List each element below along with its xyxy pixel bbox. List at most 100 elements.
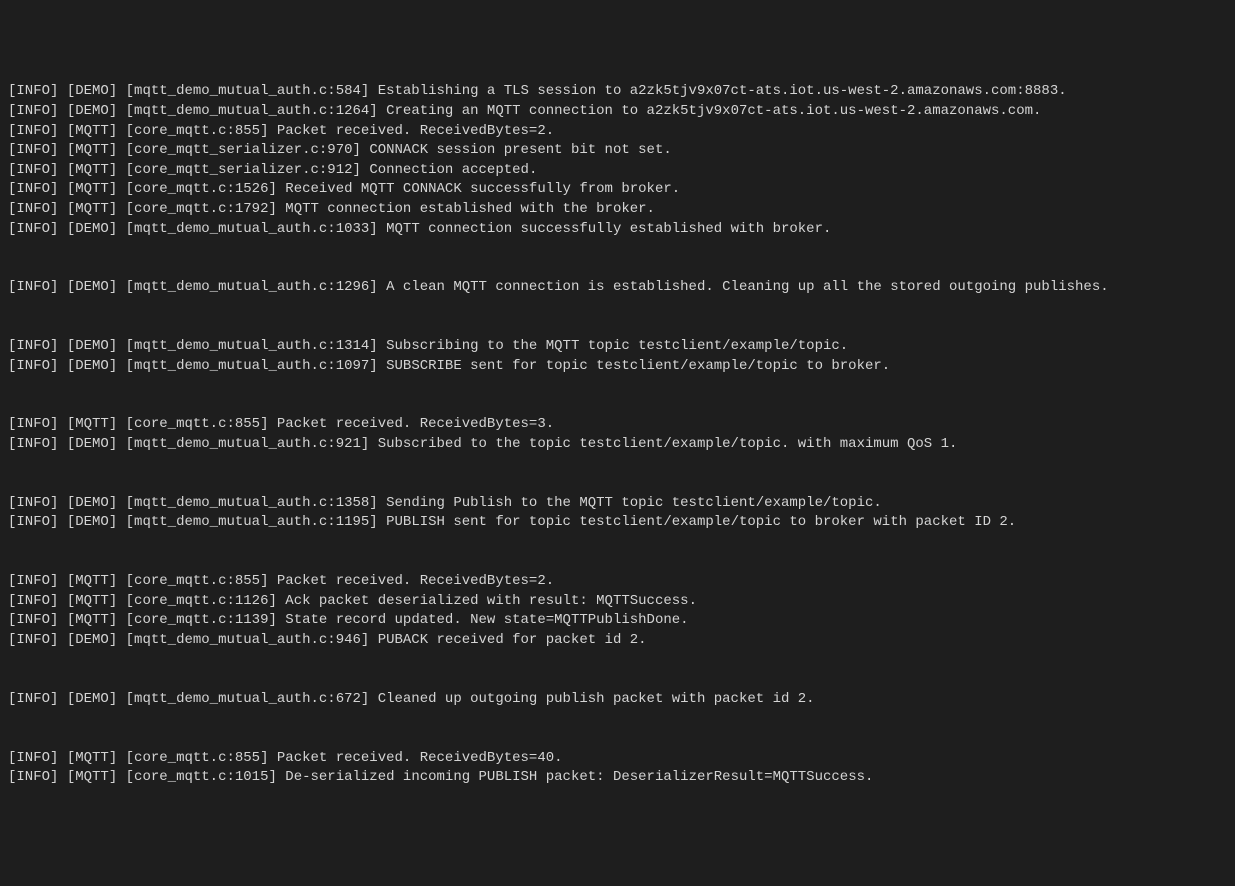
log-location: [mqtt_demo_mutual_auth.c:1296]	[126, 279, 378, 295]
log-location: [core_mqtt.c:1015]	[126, 769, 277, 785]
log-location: [mqtt_demo_mutual_auth.c:1033]	[126, 221, 378, 237]
log-line: [INFO] [DEMO] [mqtt_demo_mutual_auth.c:1…	[8, 278, 1227, 298]
log-message: Packet received. ReceivedBytes=2.	[277, 573, 554, 589]
log-level: [INFO]	[8, 201, 58, 217]
log-line: [INFO] [DEMO] [mqtt_demo_mutual_auth.c:1…	[8, 220, 1227, 240]
log-tag: [DEMO]	[67, 338, 117, 354]
log-location: [core_mqtt.c:855]	[126, 416, 269, 432]
log-location: [mqtt_demo_mutual_auth.c:1358]	[126, 495, 378, 511]
log-line: [INFO] [DEMO] [mqtt_demo_mutual_auth.c:1…	[8, 513, 1227, 533]
log-level: [INFO]	[8, 632, 58, 648]
log-line: [INFO] [MQTT] [core_mqtt.c:855] Packet r…	[8, 749, 1227, 769]
blank-line	[8, 729, 1227, 749]
log-tag: [MQTT]	[67, 123, 117, 139]
log-tag: [DEMO]	[67, 514, 117, 530]
log-level: [INFO]	[8, 769, 58, 785]
blank-line	[8, 376, 1227, 396]
log-tag: [MQTT]	[67, 162, 117, 178]
log-tag: [DEMO]	[67, 436, 117, 452]
log-line: [INFO] [DEMO] [mqtt_demo_mutual_auth.c:1…	[8, 357, 1227, 377]
log-tag: [DEMO]	[67, 632, 117, 648]
log-level: [INFO]	[8, 181, 58, 197]
log-line: [INFO] [DEMO] [mqtt_demo_mutual_auth.c:9…	[8, 435, 1227, 455]
log-tag: [MQTT]	[67, 750, 117, 766]
log-line: [INFO] [MQTT] [core_mqtt.c:1139] State r…	[8, 611, 1227, 631]
log-line: [INFO] [MQTT] [core_mqtt.c:855] Packet r…	[8, 572, 1227, 592]
blank-line	[8, 533, 1227, 553]
log-message: State record updated. New state=MQTTPubl…	[285, 612, 688, 628]
log-level: [INFO]	[8, 279, 58, 295]
log-line: [INFO] [MQTT] [core_mqtt_serializer.c:91…	[8, 161, 1227, 181]
log-message: Ack packet deserialized with result: MQT…	[285, 593, 697, 609]
log-level: [INFO]	[8, 691, 58, 707]
log-level: [INFO]	[8, 221, 58, 237]
log-line: [INFO] [DEMO] [mqtt_demo_mutual_auth.c:1…	[8, 494, 1227, 514]
log-tag: [DEMO]	[67, 103, 117, 119]
log-message: De-serialized incoming PUBLISH packet: D…	[285, 769, 873, 785]
log-level: [INFO]	[8, 436, 58, 452]
log-line: [INFO] [MQTT] [core_mqtt.c:1126] Ack pac…	[8, 592, 1227, 612]
log-level: [INFO]	[8, 123, 58, 139]
log-location: [core_mqtt.c:1792]	[126, 201, 277, 217]
log-level: [INFO]	[8, 416, 58, 432]
blank-line	[8, 474, 1227, 494]
log-level: [INFO]	[8, 103, 58, 119]
log-message: PUBLISH sent for topic testclient/exampl…	[386, 514, 1016, 530]
log-message: Connection accepted.	[369, 162, 537, 178]
log-message: Packet received. ReceivedBytes=3.	[277, 416, 554, 432]
blank-line	[8, 298, 1227, 318]
log-level: [INFO]	[8, 162, 58, 178]
log-message: Cleaned up outgoing publish packet with …	[378, 691, 815, 707]
log-message: Packet received. ReceivedBytes=2.	[277, 123, 554, 139]
blank-line	[8, 670, 1227, 690]
log-location: [core_mqtt.c:1126]	[126, 593, 277, 609]
blank-line	[8, 259, 1227, 279]
blank-line	[8, 709, 1227, 729]
log-location: [mqtt_demo_mutual_auth.c:946]	[126, 632, 370, 648]
log-line: [INFO] [MQTT] [core_mqtt_serializer.c:97…	[8, 141, 1227, 161]
log-tag: [DEMO]	[67, 279, 117, 295]
log-tag: [DEMO]	[67, 221, 117, 237]
log-message: Subscribed to the topic testclient/examp…	[378, 436, 958, 452]
log-tag: [MQTT]	[67, 201, 117, 217]
log-line: [INFO] [DEMO] [mqtt_demo_mutual_auth.c:1…	[8, 337, 1227, 357]
log-output-container: [INFO] [DEMO] [mqtt_demo_mutual_auth.c:5…	[8, 82, 1227, 787]
log-location: [mqtt_demo_mutual_auth.c:672]	[126, 691, 370, 707]
log-tag: [MQTT]	[67, 573, 117, 589]
log-message: Creating an MQTT connection to a2zk5tjv9…	[386, 103, 1041, 119]
log-location: [mqtt_demo_mutual_auth.c:921]	[126, 436, 370, 452]
log-tag: [MQTT]	[67, 769, 117, 785]
blank-line	[8, 651, 1227, 671]
log-location: [core_mqtt.c:1139]	[126, 612, 277, 628]
log-message: A clean MQTT connection is established. …	[386, 279, 1109, 295]
log-level: [INFO]	[8, 495, 58, 511]
blank-line	[8, 239, 1227, 259]
log-location: [core_mqtt.c:855]	[126, 750, 269, 766]
log-location: [core_mqtt_serializer.c:970]	[126, 142, 361, 158]
log-level: [INFO]	[8, 83, 58, 99]
log-message: SUBSCRIBE sent for topic testclient/exam…	[386, 358, 890, 374]
log-message: PUBACK received for packet id 2.	[378, 632, 647, 648]
log-location: [mqtt_demo_mutual_auth.c:1195]	[126, 514, 378, 530]
log-line: [INFO] [DEMO] [mqtt_demo_mutual_auth.c:1…	[8, 102, 1227, 122]
log-message: Sending Publish to the MQTT topic testcl…	[386, 495, 882, 511]
log-tag: [DEMO]	[67, 83, 117, 99]
log-tag: [DEMO]	[67, 691, 117, 707]
log-tag: [MQTT]	[67, 416, 117, 432]
log-level: [INFO]	[8, 358, 58, 374]
log-tag: [MQTT]	[67, 142, 117, 158]
log-level: [INFO]	[8, 338, 58, 354]
log-tag: [DEMO]	[67, 358, 117, 374]
log-location: [mqtt_demo_mutual_auth.c:584]	[126, 83, 370, 99]
log-tag: [MQTT]	[67, 181, 117, 197]
blank-line	[8, 455, 1227, 475]
log-level: [INFO]	[8, 750, 58, 766]
log-message: Subscribing to the MQTT topic testclient…	[386, 338, 848, 354]
log-location: [mqtt_demo_mutual_auth.c:1264]	[126, 103, 378, 119]
log-tag: [DEMO]	[67, 495, 117, 511]
log-location: [core_mqtt.c:855]	[126, 573, 269, 589]
log-line: [INFO] [DEMO] [mqtt_demo_mutual_auth.c:5…	[8, 82, 1227, 102]
log-line: [INFO] [MQTT] [core_mqtt.c:1015] De-seri…	[8, 768, 1227, 788]
log-level: [INFO]	[8, 142, 58, 158]
log-location: [core_mqtt.c:855]	[126, 123, 269, 139]
